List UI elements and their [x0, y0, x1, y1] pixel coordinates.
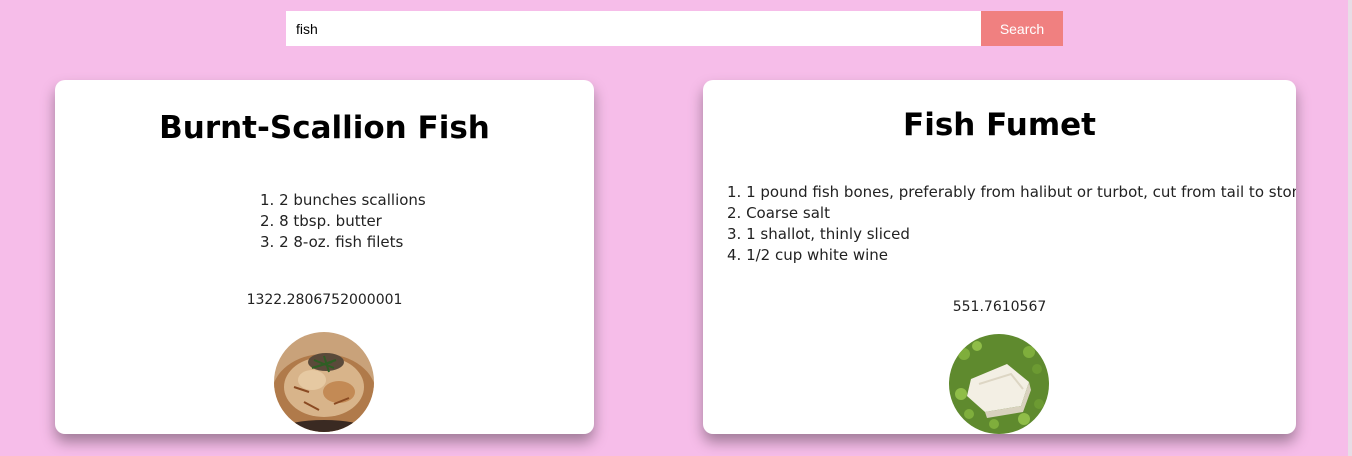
recipe-calories: 1322.2806752000001 [246, 292, 403, 308]
ingredient-item: 1. 1 pound fish bones, preferably from h… [727, 183, 1296, 201]
page-scrollbar[interactable] [1348, 0, 1352, 456]
burnt-scallion-fish-image [274, 332, 374, 432]
recipe-title: Fish Fumet [903, 107, 1096, 143]
search-bar: Search [286, 11, 1063, 46]
recipe-title: Burnt-Scallion Fish [159, 110, 490, 146]
search-input[interactable] [286, 11, 981, 46]
recipe-card: Fish Fumet 1. 1 pound fish bones, prefer… [703, 80, 1296, 434]
ingredient-item: 2. 8 tbsp. butter [260, 212, 382, 230]
ingredient-item: 1. 2 bunches scallions [260, 191, 426, 209]
ingredient-item: 3. 2 8-oz. fish filets [260, 233, 404, 251]
fish-fumet-image [949, 334, 1049, 434]
ingredient-list: 1. 2 bunches scallions 2. 8 tbsp. butter… [260, 190, 426, 253]
dish-image [274, 332, 374, 432]
search-button[interactable]: Search [981, 11, 1063, 46]
dish-image [949, 334, 1049, 434]
recipe-card: Burnt-Scallion Fish 1. 2 bunches scallio… [55, 80, 594, 434]
ingredient-list: 1. 1 pound fish bones, preferably from h… [727, 182, 1296, 266]
ingredient-item: 3. 1 shallot, thinly sliced [727, 225, 910, 243]
ingredient-item: 2. Coarse salt [727, 204, 830, 222]
ingredient-item: 4. 1/2 cup white wine [727, 246, 889, 264]
recipe-calories: 551.7610567 [952, 299, 1047, 315]
